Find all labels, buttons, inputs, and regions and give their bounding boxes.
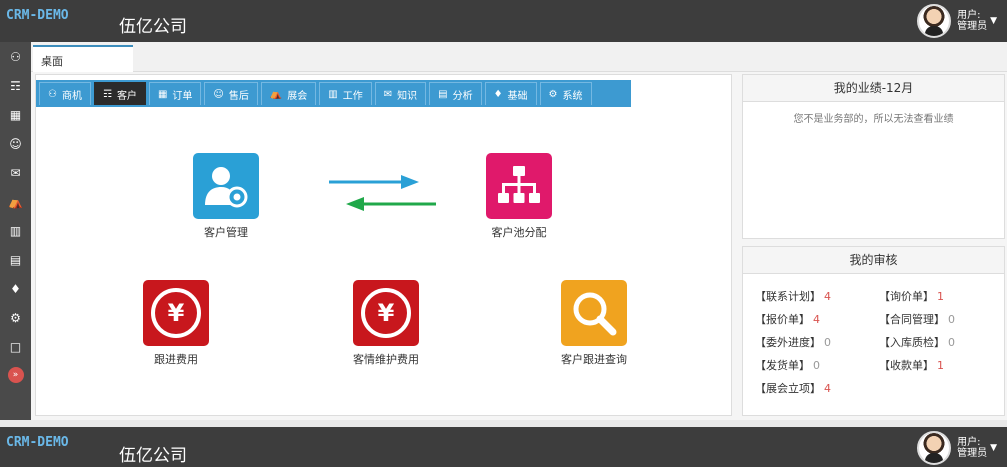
search-icon [561,280,627,346]
arrow-left-icon [346,197,436,214]
tile-followup-query[interactable]: 客户跟进查询 [544,280,644,367]
tile-customer-management[interactable]: 客户管理 [186,153,266,240]
app-logo[interactable]: CRM-DEMO [6,8,69,23]
yen-icon: ¥ [151,288,201,338]
bank-icon: ⛺ [269,88,283,100]
audit-list: 【联系计划】 4 【询价单】 1 【报价单】 4 【合同管理】 0 【委外进度】 0 【入… [743,274,1004,396]
users-icon: ☶ [102,88,112,100]
bank-icon[interactable]: ⛺ [0,187,31,216]
tile-label: 客户池分配 [491,226,547,239]
avatar[interactable] [917,431,952,465]
cogs-icon[interactable]: ⚙ [0,303,31,332]
caret-down-icon[interactable]: ▼ [990,443,997,453]
user-label: 用户: [957,437,981,448]
caret-down-icon[interactable]: ▼ [990,16,997,26]
contact-icon[interactable]: ⚇ [0,42,31,71]
calendar-icon: ▥ [328,88,338,100]
right-column: 我的业绩-12月 您不是业务部的，所以无法查看业绩 我的审核 【联系计划】 4 【… [739,74,1005,416]
company-name: 伍亿公司 [119,17,187,37]
tab-basic[interactable]: ♦ 基础 [484,82,537,105]
audit-item[interactable]: 【发货单】 0 [755,357,879,373]
audit-item[interactable]: 【委外进度】 0 [755,334,879,350]
panel-title: 我的审核 [743,247,1004,274]
audit-item[interactable]: 【报价单】 4 [755,311,879,327]
module-panel: ⚇ 商机 ☶ 客户 ▦ 订单 ☺ 售后 ⛺ 展会 ▥ 工作 ✉ 知识 ▤ 分析 ♦ 基础 ⚙ 系统 … [35,74,732,416]
org-chart-icon [486,153,552,219]
tab-work[interactable]: ▥ 工作 [319,82,372,105]
smile-icon[interactable]: ☺ [0,129,31,158]
page-tabs: 桌面 [31,42,1007,72]
audit-item[interactable]: 【入库质检】 0 [879,334,1003,350]
cubes-icon[interactable]: ♦ [0,274,31,303]
app-logo[interactable]: CRM-DEMO [6,435,69,450]
user-role: 管理员 [957,448,988,459]
tile-label: 跟进费用 [154,353,198,366]
tile-label: 客户跟进查询 [561,353,627,366]
audit-item[interactable]: 【合同管理】 0 [879,311,1003,327]
cogs-icon: ⚙ [548,88,558,100]
tile-relation-cost[interactable]: ¥ 客情维护费用 [336,280,436,367]
tab-desk[interactable]: 桌面 [33,45,133,72]
tile-label: 客情维护费用 [353,353,419,366]
table-icon: ▦ [157,88,168,100]
users-icon[interactable]: ☶ [0,71,31,100]
user-menu[interactable]: 用户: 管理员 ▼ [917,430,997,466]
performance-message: 您不是业务部的，所以无法查看业绩 [793,114,954,125]
tab-order[interactable]: ▦ 订单 [148,82,202,105]
user-menu[interactable]: 用户: 管理员 ▼ [917,3,997,39]
module-tabs: ⚇ 商机 ☶ 客户 ▦ 订单 ☺ 售后 ⛺ 展会 ▥ 工作 ✉ 知识 ▤ 分析 ♦ 基础 ⚙ 系统 [36,80,631,107]
smile-icon: ☺ [213,88,224,100]
sidebar: ⚇ ☶ ▦ ☺ ✉ ⛺ ▥ ▤ ♦ ⚙ □ » [0,42,31,420]
user-role: 管理员 [957,21,988,32]
top-header-duplicate: CRM-DEMO 伍亿公司 用户: 管理员 ▼ [0,427,1007,467]
performance-panel: 我的业绩-12月 您不是业务部的，所以无法查看业绩 [742,74,1005,239]
book-icon[interactable]: □ [0,332,31,361]
calendar-icon[interactable]: ▥ [0,216,31,245]
top-header: CRM-DEMO 伍亿公司 用户: 管理员 ▼ [0,0,1007,42]
chat-icon: ✉ [383,88,393,100]
arrow-right-icon [329,175,419,192]
tab-analysis[interactable]: ▤ 分析 [429,82,482,105]
table-icon[interactable]: ▦ [0,100,31,129]
audit-item[interactable]: 【询价单】 1 [879,288,1003,304]
tile-customer-pool[interactable]: 客户池分配 [474,153,564,240]
panel-title: 我的业绩-12月 [743,75,1004,102]
user-label: 用户: [957,10,981,21]
audit-item[interactable]: 【收款单】 1 [879,357,1003,373]
contact-icon: ⚇ [48,88,57,100]
content-area: 桌面 ⚇ 商机 ☶ 客户 ▦ 订单 ☺ 售后 ⛺ 展会 ▥ 工作 ✉ 知识 ▤ 分析 ♦ 基础 ⚙… [31,42,1007,420]
tab-customer[interactable]: ☶ 客户 [93,82,146,105]
tile-followup-cost[interactable]: ¥ 跟进费用 [136,280,216,367]
yen-icon: ¥ [361,288,411,338]
tab-system[interactable]: ⚙ 系统 [539,82,592,105]
tab-after-sales[interactable]: ☺ 售后 [204,82,258,105]
tab-exhibition[interactable]: ⛺ 展会 [260,82,317,105]
chat-icon[interactable]: ✉ [0,158,31,187]
company-name: 伍亿公司 [119,446,187,466]
expand-icon[interactable]: » [7,367,24,383]
bar-chart-icon: ▤ [438,88,448,100]
tab-opportunity[interactable]: ⚇ 商机 [39,82,91,105]
bar-chart-icon[interactable]: ▤ [0,245,31,274]
tab-knowledge[interactable]: ✉ 知识 [374,82,427,105]
tile-label: 客户管理 [204,226,248,239]
audit-panel: 我的审核 【联系计划】 4 【询价单】 1 【报价单】 4 【合同管理】 0 【委外进度… [742,246,1005,416]
user-gear-icon [193,153,259,219]
avatar[interactable] [917,4,952,38]
audit-item[interactable]: 【展会立项】 4 [755,380,879,396]
audit-item[interactable]: 【联系计划】 4 [755,288,879,304]
cubes-icon: ♦ [493,88,503,100]
